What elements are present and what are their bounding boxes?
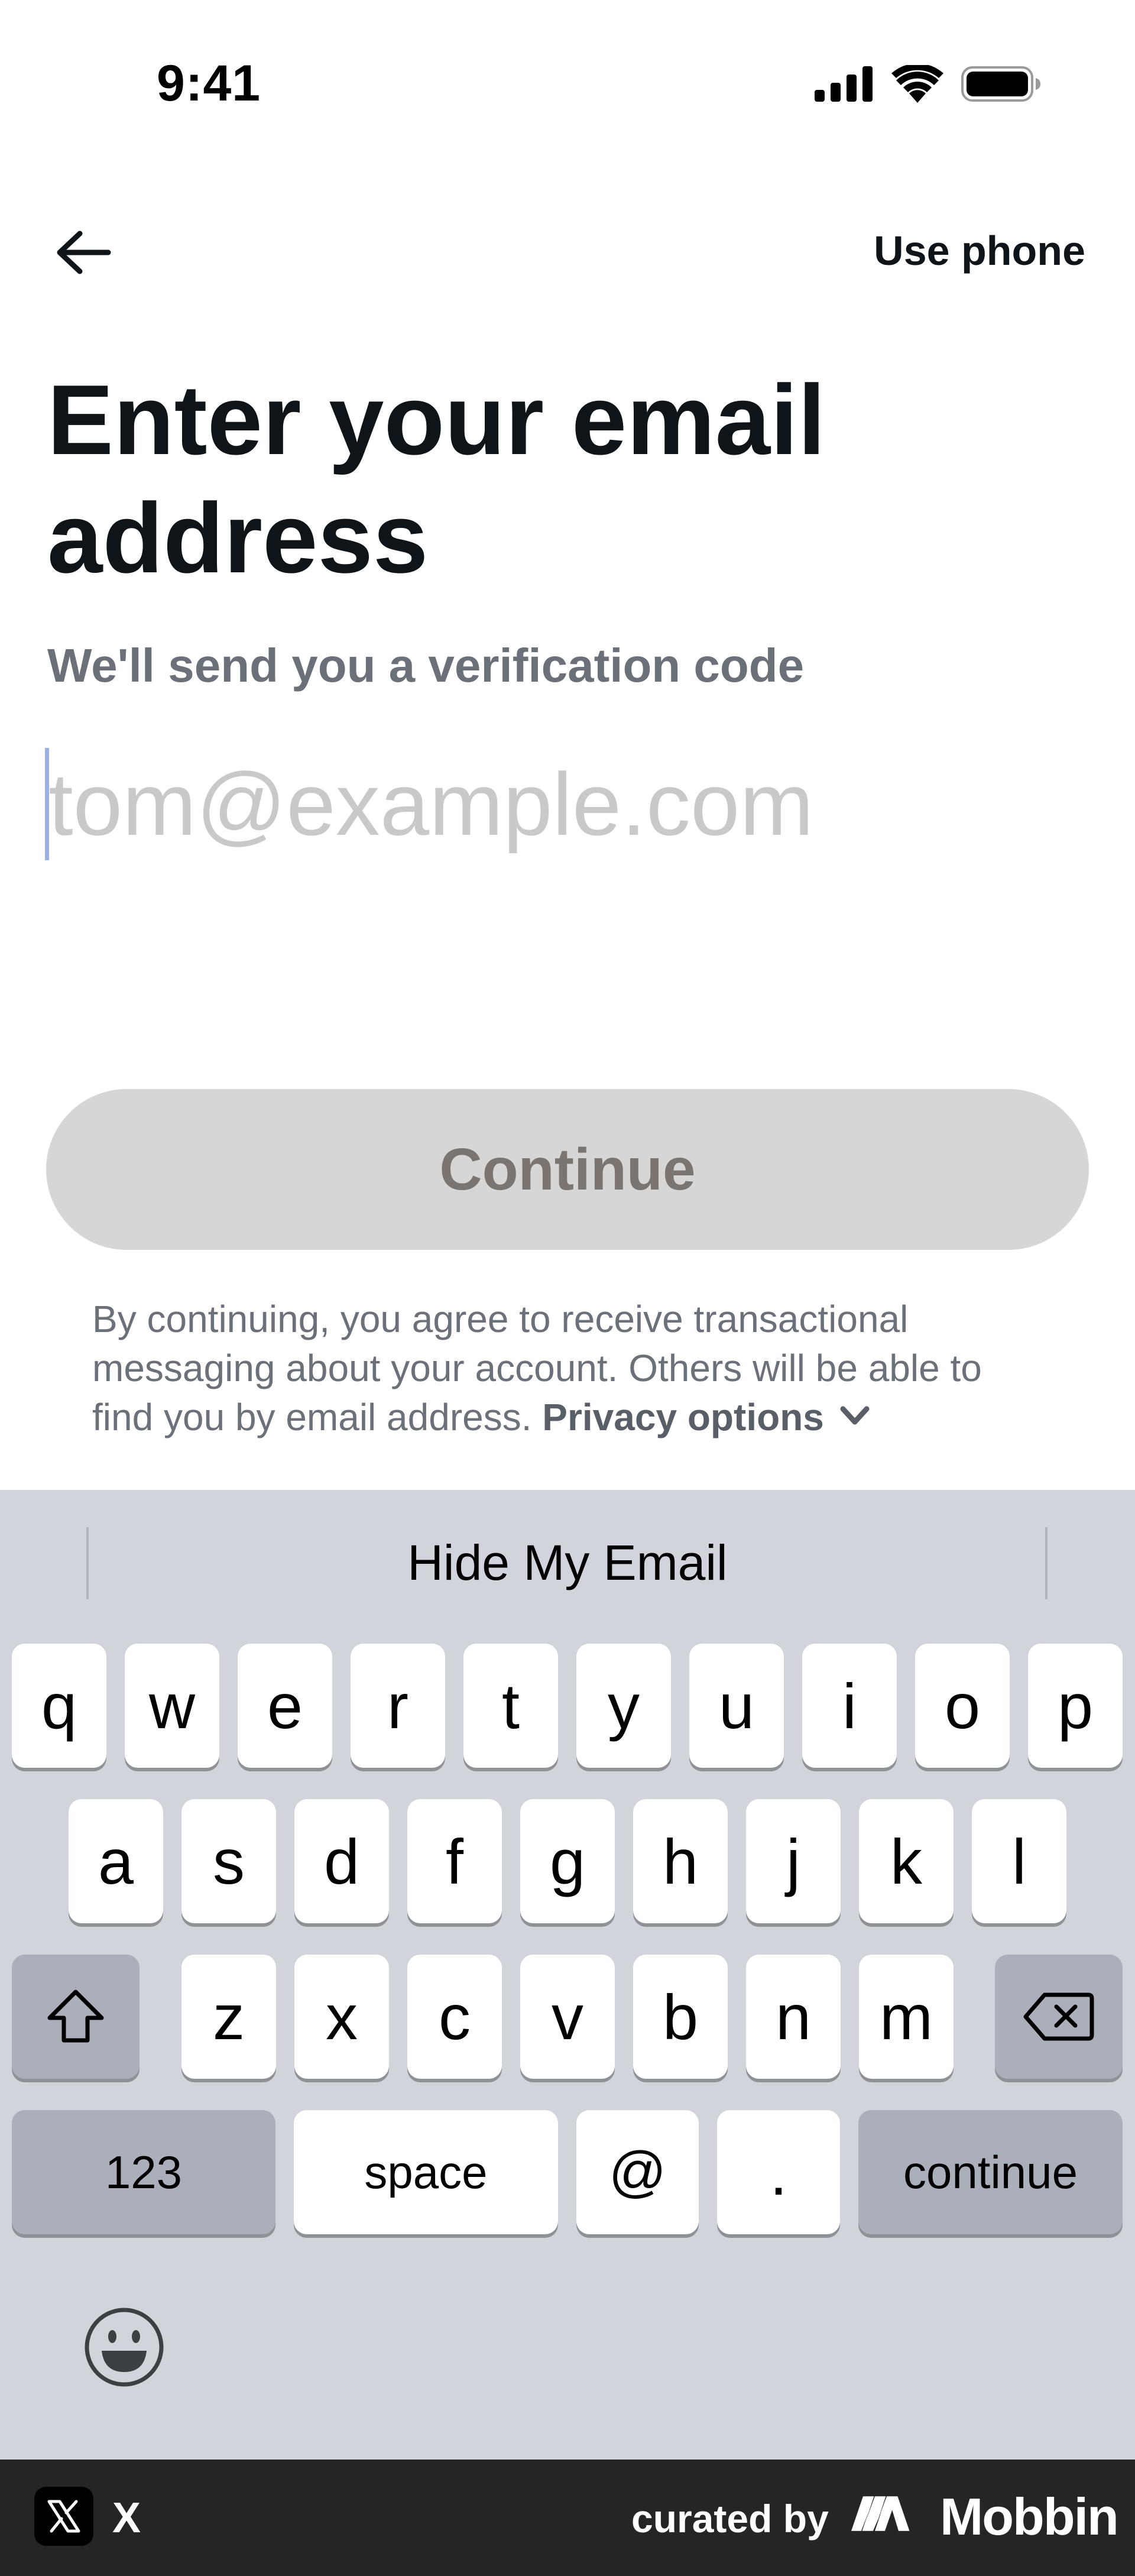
key-e[interactable]: e (238, 1644, 332, 1768)
battery-icon (961, 66, 1040, 102)
status-time: 9:41 (157, 55, 261, 112)
key-w[interactable]: w (125, 1644, 219, 1768)
backspace-key[interactable] (995, 1955, 1123, 2079)
key-t[interactable]: t (463, 1644, 558, 1768)
back-button[interactable] (51, 220, 116, 285)
key-a[interactable]: a (69, 1799, 163, 1923)
key-v[interactable]: v (520, 1955, 615, 2079)
footer: X curated by Mobbin (0, 2460, 1135, 2576)
emoji-key[interactable] (83, 2306, 166, 2389)
key-j[interactable]: j (746, 1799, 841, 1923)
key-z[interactable]: z (181, 1955, 276, 2079)
space-key[interactable]: space (294, 2110, 558, 2234)
mobbin-logo-icon (851, 2496, 910, 2531)
key-c[interactable]: c (407, 1955, 502, 2079)
key-n[interactable]: n (746, 1955, 841, 2079)
key-i[interactable]: i (802, 1644, 897, 1768)
dot-key[interactable]: . (717, 2110, 840, 2234)
suggestion-divider (1045, 1527, 1048, 1599)
key-k[interactable]: k (859, 1799, 954, 1923)
status-icons (815, 64, 1042, 104)
key-o[interactable]: o (915, 1644, 1010, 1768)
key-u[interactable]: u (689, 1644, 784, 1768)
key-y[interactable]: y (576, 1644, 671, 1768)
disclaimer: By continuing, you agree to receive tran… (92, 1295, 1050, 1442)
key-h[interactable]: h (633, 1799, 728, 1923)
backspace-icon (1023, 1992, 1094, 2041)
key-q[interactable]: q (12, 1644, 106, 1768)
mobbin-brand-name: Mobbin (940, 2487, 1119, 2546)
continue-button[interactable]: Continue (46, 1089, 1089, 1250)
privacy-options-label: Privacy options (542, 1396, 824, 1438)
use-phone-link[interactable]: Use phone (874, 227, 1085, 274)
wifi-icon (891, 65, 943, 103)
key-d[interactable]: d (294, 1799, 389, 1923)
page-title: Enter your email address (47, 364, 826, 594)
continue-key[interactable]: continue (858, 2110, 1123, 2234)
screen: 9:41 Use phone Enter your email address … (0, 0, 1135, 2576)
shift-key[interactable] (12, 1955, 140, 2079)
email-field[interactable] (48, 742, 1083, 866)
cellular-signal-icon (815, 66, 873, 102)
numbers-key[interactable]: 123 (12, 2110, 275, 2234)
key-g[interactable]: g (520, 1799, 615, 1923)
key-s[interactable]: s (181, 1799, 276, 1923)
privacy-options-link[interactable]: Privacy options (542, 1396, 870, 1438)
key-f[interactable]: f (407, 1799, 502, 1923)
page-subtitle: We'll send you a verification code (47, 639, 805, 692)
app-name: X (112, 2494, 141, 2542)
chevron-down-icon (840, 1406, 870, 1425)
key-m[interactable]: m (859, 1955, 954, 2079)
key-r[interactable]: r (351, 1644, 445, 1768)
shift-icon (47, 1989, 104, 2043)
hide-my-email-suggestion[interactable]: Hide My Email (0, 1534, 1135, 1592)
key-b[interactable]: b (633, 1955, 728, 2079)
key-x[interactable]: x (294, 1955, 389, 2079)
x-logo-icon (34, 2487, 93, 2546)
key-p[interactable]: p (1028, 1644, 1123, 1768)
key-l[interactable]: l (972, 1799, 1066, 1923)
email-field-container (45, 742, 1085, 866)
at-key[interactable]: @ (576, 2110, 699, 2234)
curated-by-text: curated by (631, 2497, 829, 2541)
suggestion-bar: Hide My Email (0, 1490, 1135, 1638)
emoji-icon (85, 2308, 164, 2387)
arrow-left-icon (57, 231, 111, 274)
status-bar: 9:41 (0, 0, 1135, 166)
